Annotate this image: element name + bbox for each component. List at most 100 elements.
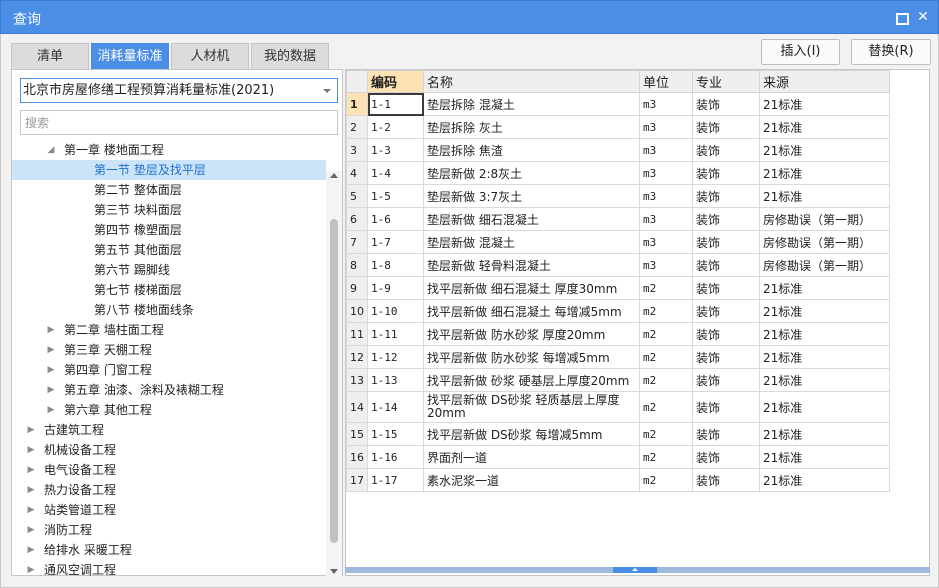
tree-scrollbar[interactable] — [326, 171, 342, 577]
cell-unit[interactable]: m3 — [639, 230, 693, 254]
cell-name[interactable]: 界面剂一道 — [423, 445, 640, 469]
cell-code[interactable]: 1-17 — [367, 468, 424, 492]
cell-source[interactable]: 21标准 — [759, 422, 890, 446]
chevron-down-icon[interactable] — [323, 89, 331, 93]
cell-unit[interactable]: m3 — [639, 138, 693, 162]
table-row[interactable]: 10 1-10 找平层新做 细石混凝土 每增减5mm m2 装饰 21标准 — [346, 299, 890, 323]
search-input[interactable] — [20, 110, 338, 135]
cell-unit[interactable]: m2 — [639, 322, 693, 346]
tree-item[interactable]: ▶ 给排水 采暖工程 — [12, 540, 326, 560]
tree-item[interactable]: ▶ 通风空调工程 — [12, 560, 326, 576]
cell-code[interactable]: 1-1 — [367, 92, 424, 116]
cell-unit[interactable]: m3 — [639, 184, 693, 208]
cell-source[interactable]: 21标准 — [759, 468, 890, 492]
cell-name[interactable]: 找平层新做 防水砂浆 厚度20mm — [423, 322, 640, 346]
cell-unit[interactable]: m3 — [639, 207, 693, 231]
caret-right-icon[interactable]: ▶ — [26, 460, 36, 480]
cell-unit[interactable]: m2 — [639, 345, 693, 369]
cell-source[interactable]: 21标准 — [759, 184, 890, 208]
cell-profession[interactable]: 装饰 — [692, 253, 760, 277]
replace-button[interactable]: 替换(R) — [851, 39, 931, 65]
cell-unit[interactable]: m2 — [639, 276, 693, 300]
cell-code[interactable]: 1-8 — [367, 253, 424, 277]
cell-source[interactable]: 21标准 — [759, 391, 890, 423]
tree-item[interactable]: 第六节 踢脚线 — [12, 260, 326, 280]
cell-unit[interactable]: m2 — [639, 299, 693, 323]
cell-name[interactable]: 找平层新做 细石混凝土 每增减5mm — [423, 299, 640, 323]
table-row[interactable]: 9 1-9 找平层新做 细石混凝土 厚度30mm m2 装饰 21标准 — [346, 276, 890, 300]
cell-unit[interactable]: m2 — [639, 422, 693, 446]
table-row[interactable]: 4 1-4 垫层新做 2:8灰土 m3 装饰 21标准 — [346, 161, 890, 185]
tab-my-data[interactable]: 我的数据 — [251, 43, 329, 69]
tree-item[interactable]: 第四节 橡塑面层 — [12, 220, 326, 240]
cell-unit[interactable]: m2 — [639, 445, 693, 469]
cell-profession[interactable]: 装饰 — [692, 138, 760, 162]
column-header-name[interactable]: 名称 — [423, 70, 640, 93]
table-row[interactable]: 12 1-12 找平层新做 防水砂浆 每增减5mm m2 装饰 21标准 — [346, 345, 890, 369]
cell-code[interactable]: 1-2 — [367, 115, 424, 139]
cell-source[interactable]: 21标准 — [759, 368, 890, 392]
cell-name[interactable]: 找平层新做 DS砂浆 每增减5mm — [423, 422, 640, 446]
cell-code[interactable]: 1-5 — [367, 184, 424, 208]
cell-name[interactable]: 垫层拆除 灰土 — [423, 115, 640, 139]
table-row[interactable]: 8 1-8 垫层新做 轻骨料混凝土 m3 装饰 房修勘误（第一期） — [346, 253, 890, 277]
cell-name[interactable]: 垫层新做 细石混凝土 — [423, 207, 640, 231]
caret-right-icon[interactable]: ▶ — [46, 360, 56, 380]
table-row[interactable]: 15 1-15 找平层新做 DS砂浆 每增减5mm m2 装饰 21标准 — [346, 422, 890, 446]
cell-profession[interactable]: 装饰 — [692, 345, 760, 369]
table-row[interactable]: 17 1-17 素水泥浆一道 m2 装饰 21标准 — [346, 468, 890, 492]
insert-button[interactable]: 插入(I) — [761, 39, 840, 65]
cell-name[interactable]: 垫层新做 3:7灰土 — [423, 184, 640, 208]
cell-code[interactable]: 1-4 — [367, 161, 424, 185]
table-row[interactable]: 6 1-6 垫层新做 细石混凝土 m3 装饰 房修勘误（第一期） — [346, 207, 890, 231]
tree-item[interactable]: 第二节 整体面层 — [12, 180, 326, 200]
caret-right-icon[interactable]: ▶ — [26, 540, 36, 560]
tab-consumption-standard[interactable]: 消耗量标准 — [91, 43, 169, 69]
caret-right-icon[interactable]: ▶ — [26, 480, 36, 500]
cell-source[interactable]: 21标准 — [759, 299, 890, 323]
cell-code[interactable]: 1-13 — [367, 368, 424, 392]
tree-item[interactable]: ▶ 消防工程 — [12, 520, 326, 540]
cell-unit[interactable]: m2 — [639, 368, 693, 392]
cell-unit[interactable]: m3 — [639, 115, 693, 139]
cell-source[interactable]: 21标准 — [759, 161, 890, 185]
cell-unit[interactable]: m2 — [639, 391, 693, 423]
cell-name[interactable]: 素水泥浆一道 — [423, 468, 640, 492]
cell-profession[interactable]: 装饰 — [692, 115, 760, 139]
table-row[interactable]: 13 1-13 找平层新做 砂浆 硬基层上厚度20mm m2 装饰 21标准 — [346, 368, 890, 392]
cell-code[interactable]: 1-16 — [367, 445, 424, 469]
table-row[interactable]: 7 1-7 垫层新做 混凝土 m3 装饰 房修勘误（第一期） — [346, 230, 890, 254]
column-header-source[interactable]: 来源 — [759, 70, 890, 93]
table-row[interactable]: 5 1-5 垫层新做 3:7灰土 m3 装饰 21标准 — [346, 184, 890, 208]
tree-item[interactable]: ▶ 古建筑工程 — [12, 420, 326, 440]
cell-name[interactable]: 找平层新做 细石混凝土 厚度30mm — [423, 276, 640, 300]
cell-unit[interactable]: m3 — [639, 92, 693, 116]
tree-item[interactable]: ▶ 站类管道工程 — [12, 500, 326, 520]
caret-right-icon[interactable]: ▶ — [26, 500, 36, 520]
cell-profession[interactable]: 装饰 — [692, 207, 760, 231]
cell-name[interactable]: 找平层新做 防水砂浆 每增减5mm — [423, 345, 640, 369]
tree-item[interactable]: ▶ 第二章 墙柱面工程 — [12, 320, 326, 340]
cell-source[interactable]: 21标准 — [759, 445, 890, 469]
cell-unit[interactable]: m3 — [639, 253, 693, 277]
table-row[interactable]: 14 1-14 找平层新做 DS砂浆 轻质基层上厚度20mm m2 装饰 21标准 — [346, 391, 890, 423]
tree-item[interactable]: ▶ 第六章 其他工程 — [12, 400, 326, 420]
cell-profession[interactable]: 装饰 — [692, 422, 760, 446]
cell-name[interactable]: 找平层新做 DS砂浆 轻质基层上厚度20mm — [423, 391, 640, 423]
caret-right-icon[interactable]: ▶ — [26, 420, 36, 440]
cell-profession[interactable]: 装饰 — [692, 161, 760, 185]
cell-source[interactable]: 21标准 — [759, 345, 890, 369]
caret-right-icon[interactable]: ▶ — [46, 400, 56, 420]
cell-source[interactable]: 21标准 — [759, 115, 890, 139]
caret-right-icon[interactable]: ▶ — [46, 320, 56, 340]
tree-item[interactable]: ▶ 第四章 门窗工程 — [12, 360, 326, 380]
cell-name[interactable]: 垫层新做 混凝土 — [423, 230, 640, 254]
cell-code[interactable]: 1-9 — [367, 276, 424, 300]
cell-source[interactable]: 房修勘误（第一期） — [759, 230, 890, 254]
column-header-code[interactable]: 编码 — [367, 70, 424, 93]
cell-source[interactable]: 房修勘误（第一期） — [759, 253, 890, 277]
tree-item[interactable]: ◢ 第一章 楼地面工程 — [12, 140, 326, 160]
cell-name[interactable]: 垫层新做 轻骨料混凝土 — [423, 253, 640, 277]
cell-code[interactable]: 1-15 — [367, 422, 424, 446]
cell-code[interactable]: 1-12 — [367, 345, 424, 369]
